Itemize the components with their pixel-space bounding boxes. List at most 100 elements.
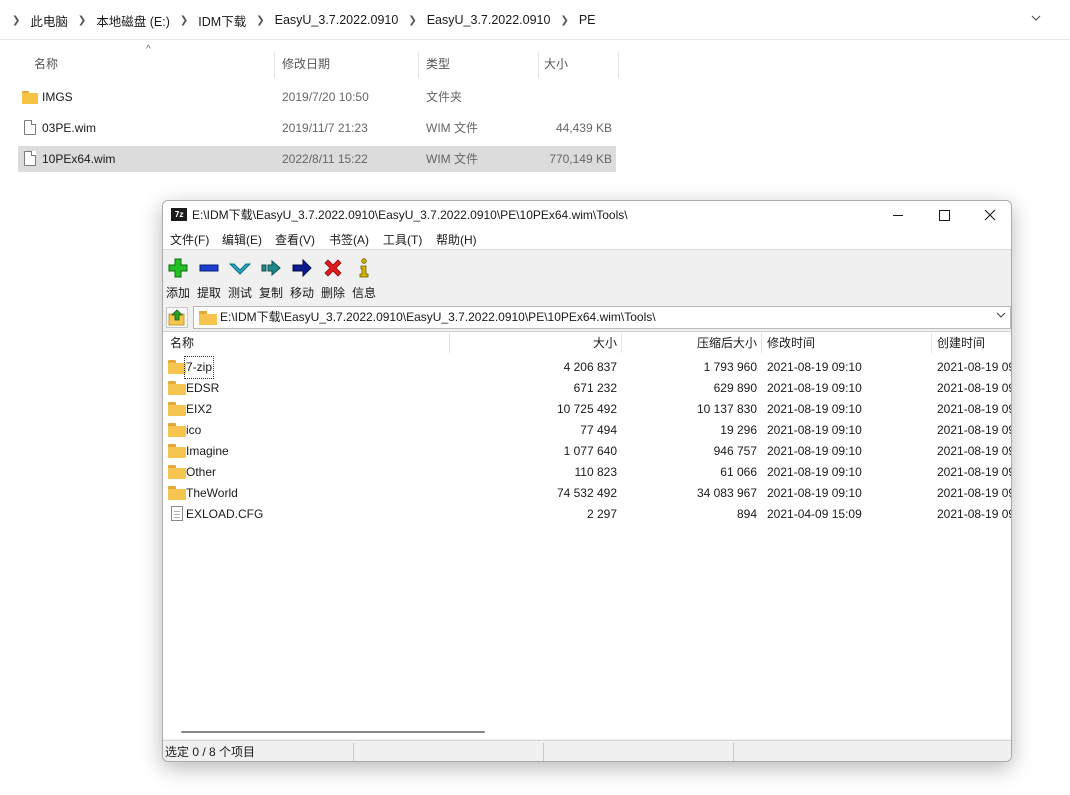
breadcrumb-chevron-icon[interactable]: ❯ bbox=[12, 15, 20, 26]
menu-edit[interactable]: 编辑(E) bbox=[222, 230, 262, 250]
extract-button[interactable]: 提取 bbox=[194, 255, 224, 301]
chevron-down-icon[interactable] bbox=[996, 307, 1006, 328]
archive-row[interactable]: Other 110 823 61 066 2021-08-19 09:10 20… bbox=[163, 462, 1011, 483]
archive-row[interactable]: ico 77 494 19 296 2021-08-19 09:10 2021-… bbox=[163, 420, 1011, 441]
column-header-created[interactable]: 创建时间 bbox=[937, 332, 985, 354]
file-size: 770,149 KB bbox=[549, 152, 612, 166]
column-divider[interactable] bbox=[449, 333, 450, 353]
column-header-name[interactable]: 名称 bbox=[18, 48, 58, 80]
test-button[interactable]: 测试 bbox=[225, 255, 255, 301]
column-header-type[interactable]: 类型 bbox=[410, 48, 450, 80]
archive-row[interactable]: TheWorld 74 532 492 34 083 967 2021-08-1… bbox=[163, 483, 1011, 504]
folder-icon bbox=[168, 444, 186, 458]
breadcrumb-item[interactable]: IDM下载 bbox=[198, 11, 246, 30]
column-header-size[interactable]: 大小 bbox=[528, 48, 568, 80]
item-size: 74 532 492 bbox=[556, 486, 617, 500]
item-packed-size: 629 890 bbox=[713, 381, 757, 395]
up-folder-button[interactable] bbox=[166, 307, 188, 328]
copy-button[interactable]: 复制 bbox=[256, 255, 286, 301]
menu-help[interactable]: 帮助(H) bbox=[436, 230, 477, 250]
column-divider[interactable] bbox=[931, 333, 932, 353]
breadcrumb-item[interactable]: 此电脑 bbox=[30, 11, 68, 30]
file-date: 2022/8/11 15:22 bbox=[282, 152, 368, 166]
archive-file-list: 名称 大小 压缩后大小 修改时间 创建时间 7-zip 4 206 837 1 … bbox=[163, 331, 1011, 739]
file-row-selected[interactable]: 10PEx64.wim 2022/8/11 15:22 WIM 文件 770,1… bbox=[18, 146, 616, 172]
sevenzip-window: 7z E:\IDM下载\EasyU_3.7.2022.0910\EasyU_3.… bbox=[162, 200, 1012, 762]
menu-bookmarks[interactable]: 书签(A) bbox=[329, 230, 369, 250]
file-row[interactable]: 03PE.wim 2019/11/7 21:23 WIM 文件 44,439 K… bbox=[18, 115, 616, 141]
column-header-size[interactable]: 大小 bbox=[593, 332, 617, 354]
title-bar[interactable]: 7z E:\IDM下载\EasyU_3.7.2022.0910\EasyU_3.… bbox=[163, 201, 1011, 230]
status-bar: 选定 0 / 8 个项目 bbox=[163, 740, 1011, 761]
folder-icon bbox=[168, 381, 186, 395]
item-modified: 2021-08-19 09:10 bbox=[767, 444, 862, 458]
item-packed-size: 1 793 960 bbox=[703, 360, 757, 374]
item-packed-size: 61 066 bbox=[720, 465, 757, 479]
breadcrumb-chevron-icon[interactable]: ❯ bbox=[180, 15, 188, 26]
column-header-modified[interactable]: 修改时间 bbox=[767, 332, 815, 354]
breadcrumb-item[interactable]: PE bbox=[579, 13, 596, 27]
minimize-button[interactable] bbox=[875, 201, 921, 230]
archive-row[interactable]: EXLOAD.CFG 2 297 894 2021-04-09 15:09 20… bbox=[163, 504, 1011, 525]
column-header-date[interactable]: 修改日期 bbox=[266, 48, 330, 80]
archive-row[interactable]: EIX2 10 725 492 10 137 830 2021-08-19 09… bbox=[163, 399, 1011, 420]
item-name: TheWorld bbox=[186, 486, 238, 500]
archive-row[interactable]: EDSR 671 232 629 890 2021-08-19 09:10 20… bbox=[163, 378, 1011, 399]
file-icon bbox=[22, 120, 36, 135]
item-packed-size: 34 083 967 bbox=[696, 486, 757, 500]
breadcrumb-item[interactable]: 本地磁盘 (E:) bbox=[96, 11, 170, 30]
item-created: 2021-08-19 09:10 bbox=[937, 507, 1011, 521]
address-history-chevron-down-icon[interactable] bbox=[1028, 12, 1044, 28]
menu-view[interactable]: 查看(V) bbox=[275, 230, 315, 250]
item-size: 110 823 bbox=[574, 465, 618, 479]
window-title: E:\IDM下载\EasyU_3.7.2022.0910\EasyU_3.7.2… bbox=[192, 208, 628, 222]
item-size: 77 494 bbox=[580, 423, 617, 437]
scrollbar-thumb[interactable] bbox=[181, 731, 485, 733]
item-size: 10 725 492 bbox=[556, 402, 617, 416]
item-packed-size: 946 757 bbox=[713, 444, 757, 458]
close-button[interactable] bbox=[967, 201, 1011, 230]
path-combobox[interactable]: E:\IDM下载\EasyU_3.7.2022.0910\EasyU_3.7.2… bbox=[193, 306, 1011, 329]
archive-row[interactable]: 7-zip 4 206 837 1 793 960 2021-08-19 09:… bbox=[163, 356, 1011, 379]
breadcrumb-item[interactable]: EasyU_3.7.2022.0910 bbox=[427, 13, 551, 27]
item-created: 2021-08-19 09:10 bbox=[937, 381, 1011, 395]
item-modified: 2021-04-09 15:09 bbox=[767, 507, 862, 521]
move-icon bbox=[292, 258, 312, 278]
breadcrumb-chevron-icon[interactable]: ❯ bbox=[560, 15, 568, 26]
item-packed-size: 894 bbox=[736, 507, 757, 521]
column-divider[interactable] bbox=[761, 333, 762, 353]
item-created: 2021-08-19 09:10 bbox=[937, 402, 1011, 416]
sort-ascending-icon: ^ bbox=[146, 44, 151, 55]
file-icon bbox=[22, 151, 36, 166]
maximize-button[interactable] bbox=[921, 201, 967, 230]
breadcrumb-item[interactable]: EasyU_3.7.2022.0910 bbox=[275, 13, 399, 27]
file-row[interactable]: IMGS 2019/7/20 10:50 文件夹 bbox=[18, 84, 616, 110]
explorer-address-bar: ❯ 此电脑 ❯ 本地磁盘 (E:) ❯ IDM下载 ❯ EasyU_3.7.20… bbox=[0, 0, 1070, 40]
breadcrumb-chevron-icon[interactable]: ❯ bbox=[408, 15, 416, 26]
toolbar: 添加 提取 测试 复制 移动 删除 信息 bbox=[163, 251, 1011, 303]
status-divider bbox=[353, 743, 354, 761]
file-type: WIM 文件 bbox=[426, 152, 478, 166]
archive-row[interactable]: Imagine 1 077 640 946 757 2021-08-19 09:… bbox=[163, 441, 1011, 462]
item-name: Other bbox=[186, 465, 217, 479]
sevenzip-app-icon[interactable]: 7z bbox=[171, 208, 187, 221]
item-name: 7-zip bbox=[183, 356, 215, 379]
delete-button[interactable]: 删除 bbox=[318, 255, 348, 301]
item-size: 671 232 bbox=[573, 381, 617, 395]
breadcrumb-chevron-icon[interactable]: ❯ bbox=[78, 15, 86, 26]
move-button[interactable]: 移动 bbox=[287, 255, 317, 301]
breadcrumb-chevron-icon[interactable]: ❯ bbox=[256, 15, 264, 26]
add-button[interactable]: 添加 bbox=[163, 255, 193, 301]
column-header-name[interactable]: 名称 bbox=[170, 332, 194, 354]
menu-bar: 文件(F) 编辑(E) 查看(V) 书签(A) 工具(T) 帮助(H) bbox=[163, 230, 1011, 250]
column-divider[interactable] bbox=[621, 333, 622, 353]
list-column-header: 名称 大小 压缩后大小 修改时间 创建时间 bbox=[163, 332, 1011, 354]
menu-file[interactable]: 文件(F) bbox=[170, 230, 209, 250]
folder-icon bbox=[22, 89, 38, 104]
column-divider[interactable] bbox=[618, 52, 619, 78]
column-header-packed-size[interactable]: 压缩后大小 bbox=[697, 332, 757, 354]
horizontal-scrollbar[interactable] bbox=[163, 725, 1011, 739]
path-value: E:\IDM下载\EasyU_3.7.2022.0910\EasyU_3.7.2… bbox=[220, 310, 656, 324]
info-button[interactable]: 信息 bbox=[349, 255, 379, 301]
menu-tools[interactable]: 工具(T) bbox=[383, 230, 422, 250]
